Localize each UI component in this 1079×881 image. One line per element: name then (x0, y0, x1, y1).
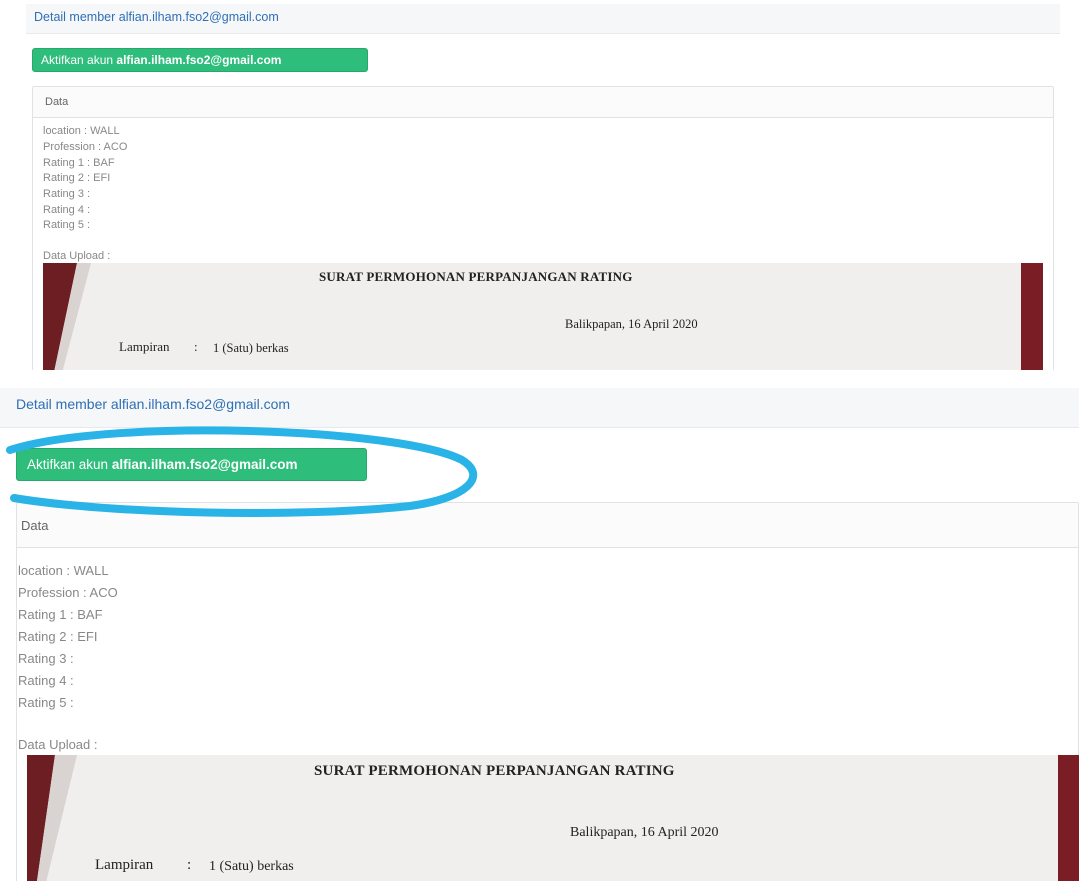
field-rating-1: Rating 1 : BAF (43, 157, 115, 169)
screenshot-panel-bottom: Detail member alfian.ilham.fso2@gmail.co… (0, 380, 1079, 881)
activate-button-prefix: Aktifkan akun (27, 457, 109, 472)
document-title: SURAT PERMOHONAN PERPANJANGAN RATING (319, 269, 633, 284)
document-attachment-value: 1 (Satu) berkas (209, 859, 294, 874)
page-title-prefix: Detail member (34, 10, 116, 24)
field-rating-5: Rating 5 : (43, 219, 91, 231)
screenshot-panel-top: Detail member alfian.ilham.fso2@gmail.co… (0, 0, 1079, 370)
page-header: Detail member alfian.ilham.fso2@gmail.co… (26, 4, 1060, 34)
data-card-heading: Data (45, 96, 69, 108)
field-location: location : WALL (43, 125, 120, 137)
activate-account-button[interactable]: Aktifkan akun alfian.ilham.fso2@gmail.co… (16, 448, 367, 481)
document-corner-shadow (43, 263, 91, 370)
field-profession: Profession : ACO (18, 585, 118, 600)
field-rating-4: Rating 4 : (43, 204, 91, 216)
page-title: Detail member alfian.ilham.fso2@gmail.co… (34, 10, 279, 24)
field-rating-4: Rating 4 : (18, 673, 74, 688)
page-title-email: alfian.ilham.fso2@gmail.com (110, 396, 291, 412)
activate-button-prefix: Aktifkan akun (41, 53, 114, 67)
page-title: Detail member alfian.ilham.fso2@gmail.co… (16, 396, 290, 412)
field-rating-3: Rating 3 : (18, 651, 74, 666)
field-rating-5: Rating 5 : (18, 695, 74, 710)
page-title-email: alfian.ilham.fso2@gmail.com (118, 10, 279, 24)
document-attachment-value: 1 (Satu) berkas (213, 341, 289, 355)
screenshot-separator (0, 370, 1079, 380)
field-rating-2: Rating 2 : EFI (18, 629, 98, 644)
field-rating-1: Rating 1 : BAF (18, 607, 103, 622)
page-header: Detail member alfian.ilham.fso2@gmail.co… (0, 388, 1079, 428)
document-attachment-label: Lampiran (119, 339, 170, 354)
data-card-header: Data (17, 503, 1078, 548)
data-card-heading: Data (21, 518, 49, 533)
data-card: Data location : WALL Profession : ACO Ra… (16, 502, 1079, 881)
data-card: Data location : WALL Profession : ACO Ra… (32, 86, 1054, 370)
data-card-header: Data (33, 87, 1053, 118)
uploaded-document-image[interactable]: SURAT PERMOHONAN PERPANJANGAN RATING Bal… (27, 755, 1079, 881)
document-place-date: Balikpapan, 16 April 2020 (565, 317, 698, 331)
field-profession: Profession : ACO (43, 141, 128, 153)
data-upload-label: Data Upload : (43, 250, 111, 262)
document-corner-shadow (27, 755, 77, 881)
activate-button-email: alfian.ilham.fso2@gmail.com (116, 53, 282, 67)
document-attachment-label: Lampiran (95, 857, 154, 873)
document-right-edge (1021, 263, 1043, 370)
field-location: location : WALL (18, 563, 109, 578)
page-title-prefix: Detail member (16, 396, 108, 412)
document-title: SURAT PERMOHONAN PERPANJANGAN RATING (314, 763, 675, 779)
data-upload-label: Data Upload : (18, 737, 98, 752)
field-rating-2: Rating 2 : EFI (43, 172, 111, 184)
document-right-edge (1058, 755, 1079, 881)
document-attachment-separator: : (187, 857, 192, 873)
activate-account-button[interactable]: Aktifkan akun alfian.ilham.fso2@gmail.co… (32, 48, 368, 72)
field-rating-3: Rating 3 : (43, 188, 91, 200)
document-place-date: Balikpapan, 16 April 2020 (570, 825, 719, 840)
activate-button-email: alfian.ilham.fso2@gmail.com (111, 457, 298, 472)
document-attachment-separator: : (194, 339, 198, 354)
uploaded-document-image[interactable]: SURAT PERMOHONAN PERPANJANGAN RATING Bal… (43, 263, 1043, 370)
